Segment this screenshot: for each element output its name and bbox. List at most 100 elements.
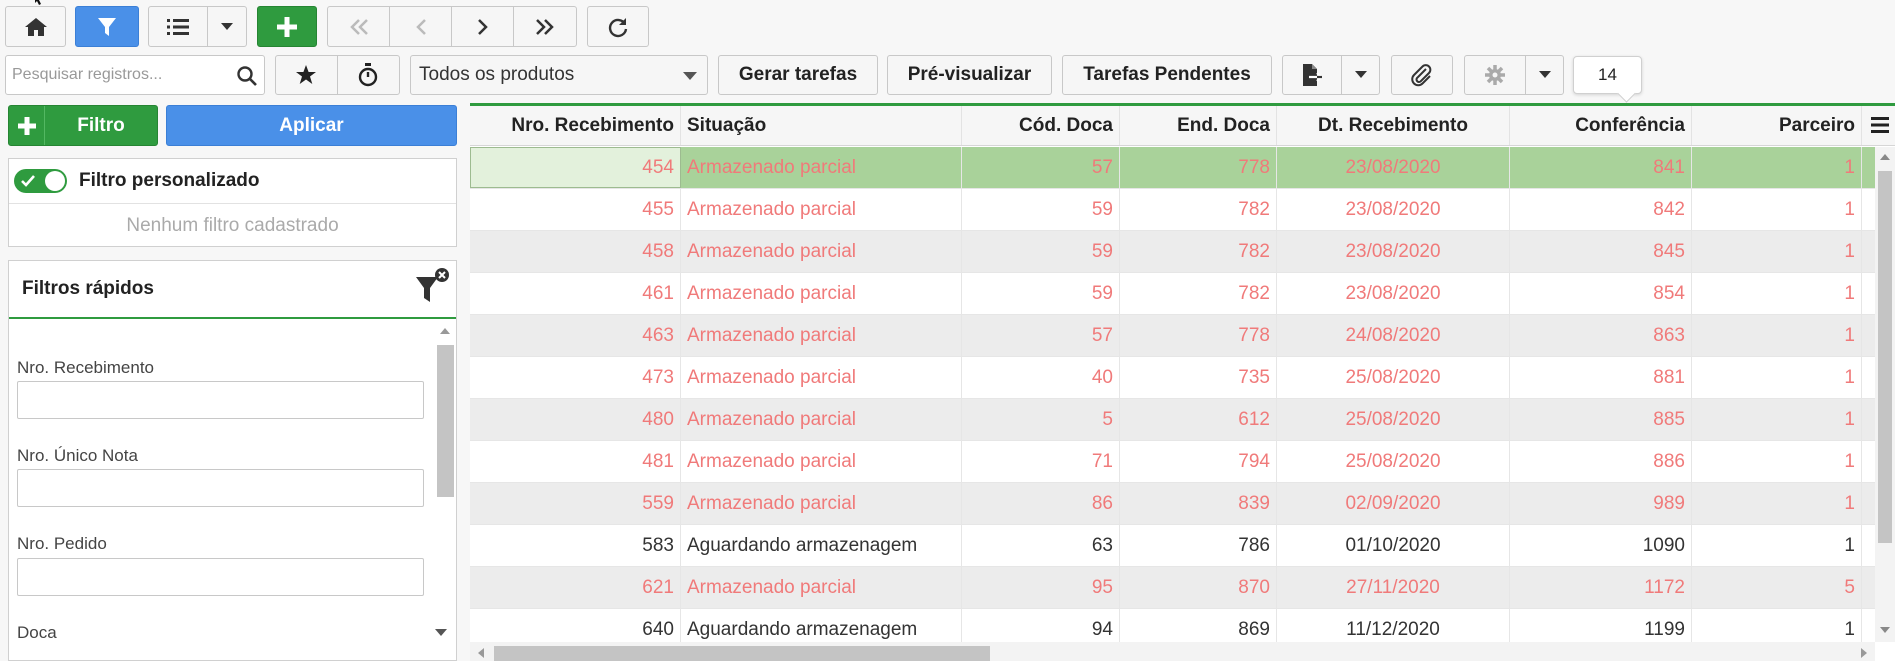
cell-dt-recebimento[interactable]: 23/08/2020: [1277, 231, 1510, 272]
column-header-conferencia[interactable]: Conferência: [1510, 106, 1692, 145]
clear-filter-icon[interactable]: [414, 267, 450, 305]
nro-unico-nota-input[interactable]: [17, 469, 424, 507]
cell-conferencia[interactable]: 863: [1510, 315, 1692, 356]
pre-visualizar-button[interactable]: Pré-visualizar: [887, 55, 1052, 95]
table-row[interactable]: 481 Armazenado parcial 71 794 25/08/2020 886 1: [470, 441, 1875, 483]
cell-situacao[interactable]: Armazenado parcial: [681, 357, 962, 398]
nro-pedido-input[interactable]: [17, 558, 424, 596]
table-row[interactable]: 559 Armazenado parcial 86 839 02/09/2020 989 1: [470, 483, 1875, 525]
cell-parceiro[interactable]: 1: [1692, 231, 1862, 272]
apply-button[interactable]: Aplicar: [166, 105, 457, 146]
add-filter-button[interactable]: Filtro: [8, 105, 158, 146]
table-row[interactable]: 454 Armazenado parcial 57 778 23/08/2020 841 1: [470, 147, 1875, 189]
cell-dt-recebimento[interactable]: 23/08/2020: [1277, 273, 1510, 314]
next-record-button[interactable]: [452, 7, 514, 46]
settings-dropdown[interactable]: [1526, 56, 1563, 94]
chevron-down-icon[interactable]: [435, 629, 447, 636]
scroll-up-icon[interactable]: [1880, 154, 1890, 160]
cell-conferencia[interactable]: 1199: [1510, 609, 1692, 642]
cell-conferencia[interactable]: 854: [1510, 273, 1692, 314]
cell-dt-recebimento[interactable]: 24/08/2020: [1277, 315, 1510, 356]
cell-nro-recebimento[interactable]: 463: [470, 315, 681, 356]
home-button[interactable]: [5, 6, 66, 47]
cell-cod-doca[interactable]: 5: [962, 399, 1120, 440]
cell-end-doca[interactable]: 782: [1120, 273, 1277, 314]
cell-nro-recebimento[interactable]: 559: [470, 483, 681, 524]
table-row[interactable]: 461 Armazenado parcial 59 782 23/08/2020 854 1: [470, 273, 1875, 315]
table-row[interactable]: 640 Aguardando armazenagem 94 869 11/12/2020…: [470, 609, 1875, 642]
cell-parceiro[interactable]: 1: [1692, 609, 1862, 642]
cell-conferencia[interactable]: 845: [1510, 231, 1692, 272]
cell-situacao[interactable]: Armazenado parcial: [681, 483, 962, 524]
cell-nro-recebimento[interactable]: 481: [470, 441, 681, 482]
cell-parceiro[interactable]: 1: [1692, 399, 1862, 440]
list-view-dropdown[interactable]: [208, 7, 246, 46]
cell-parceiro[interactable]: 1: [1692, 525, 1862, 566]
scrollbar-thumb[interactable]: [437, 345, 454, 497]
cell-dt-recebimento[interactable]: 23/08/2020: [1277, 189, 1510, 230]
cell-dt-recebimento[interactable]: 11/12/2020: [1277, 609, 1510, 642]
cell-nro-recebimento[interactable]: 455: [470, 189, 681, 230]
export-dropdown[interactable]: [1342, 56, 1379, 94]
cell-end-doca[interactable]: 786: [1120, 525, 1277, 566]
cell-end-doca[interactable]: 839: [1120, 483, 1277, 524]
cell-cod-doca[interactable]: 57: [962, 147, 1120, 188]
product-select[interactable]: Todos os produtos: [410, 55, 708, 95]
grid-horizontal-scrollbar[interactable]: [470, 642, 1875, 661]
cell-cod-doca[interactable]: 71: [962, 441, 1120, 482]
refresh-button[interactable]: [587, 6, 649, 47]
grid-vertical-scrollbar[interactable]: [1875, 147, 1895, 642]
cell-cod-doca[interactable]: 59: [962, 273, 1120, 314]
table-row[interactable]: 455 Armazenado parcial 59 782 23/08/2020 842 1: [470, 189, 1875, 231]
column-header-nro-recebimento[interactable]: Nro. Recebimento: [470, 106, 681, 145]
cell-situacao[interactable]: Aguardando armazenagem: [681, 525, 962, 566]
cell-parceiro[interactable]: 1: [1692, 483, 1862, 524]
cell-nro-recebimento[interactable]: 621: [470, 567, 681, 608]
scroll-left-icon[interactable]: [478, 648, 484, 658]
cell-end-doca[interactable]: 735: [1120, 357, 1277, 398]
cell-cod-doca[interactable]: 40: [962, 357, 1120, 398]
cell-conferencia[interactable]: 1090: [1510, 525, 1692, 566]
cell-dt-recebimento[interactable]: 23/08/2020: [1277, 147, 1510, 188]
attachment-button[interactable]: [1391, 55, 1453, 95]
cell-conferencia[interactable]: 842: [1510, 189, 1692, 230]
quick-filters-scrollbar[interactable]: [436, 325, 454, 659]
cell-nro-recebimento[interactable]: 480: [470, 399, 681, 440]
nro-recebimento-input[interactable]: [17, 381, 424, 419]
cell-situacao[interactable]: Armazenado parcial: [681, 567, 962, 608]
cell-dt-recebimento[interactable]: 25/08/2020: [1277, 357, 1510, 398]
tarefas-pendentes-button[interactable]: Tarefas Pendentes: [1062, 55, 1272, 95]
cell-dt-recebimento[interactable]: 02/09/2020: [1277, 483, 1510, 524]
cell-end-doca[interactable]: 782: [1120, 189, 1277, 230]
cell-parceiro[interactable]: 1: [1692, 357, 1862, 398]
scroll-right-icon[interactable]: [1861, 648, 1867, 658]
cell-conferencia[interactable]: 886: [1510, 441, 1692, 482]
settings-button[interactable]: [1465, 56, 1527, 94]
column-header-situacao[interactable]: Situação: [681, 106, 962, 145]
cell-end-doca[interactable]: 869: [1120, 609, 1277, 642]
table-row[interactable]: 480 Armazenado parcial 5 612 25/08/2020 885 1: [470, 399, 1875, 441]
cell-conferencia[interactable]: 881: [1510, 357, 1692, 398]
cell-parceiro[interactable]: 5: [1692, 567, 1862, 608]
column-header-end-doca[interactable]: End. Doca: [1120, 106, 1277, 145]
table-row[interactable]: 583 Aguardando armazenagem 63 786 01/10/2020…: [470, 525, 1875, 567]
cell-dt-recebimento[interactable]: 27/11/2020: [1277, 567, 1510, 608]
first-record-button[interactable]: [328, 7, 390, 46]
column-menu-icon[interactable]: [1869, 116, 1891, 134]
cell-nro-recebimento[interactable]: 640: [470, 609, 681, 642]
table-row[interactable]: 458 Armazenado parcial 59 782 23/08/2020 845 1: [470, 231, 1875, 273]
cell-situacao[interactable]: Armazenado parcial: [681, 399, 962, 440]
table-row[interactable]: 463 Armazenado parcial 57 778 24/08/2020 863 1: [470, 315, 1875, 357]
column-header-parceiro[interactable]: Parceiro: [1692, 106, 1862, 145]
cell-dt-recebimento[interactable]: 01/10/2020: [1277, 525, 1510, 566]
cell-situacao[interactable]: Armazenado parcial: [681, 147, 962, 188]
cell-situacao[interactable]: Armazenado parcial: [681, 231, 962, 272]
list-view-button[interactable]: [149, 7, 209, 46]
last-record-button[interactable]: [514, 7, 576, 46]
scrollbar-thumb[interactable]: [1878, 171, 1892, 543]
cell-cod-doca[interactable]: 59: [962, 231, 1120, 272]
cell-conferencia[interactable]: 841: [1510, 147, 1692, 188]
cell-situacao[interactable]: Armazenado parcial: [681, 273, 962, 314]
cell-parceiro[interactable]: 1: [1692, 315, 1862, 356]
column-header-dt-recebimento[interactable]: Dt. Recebimento: [1277, 106, 1510, 145]
